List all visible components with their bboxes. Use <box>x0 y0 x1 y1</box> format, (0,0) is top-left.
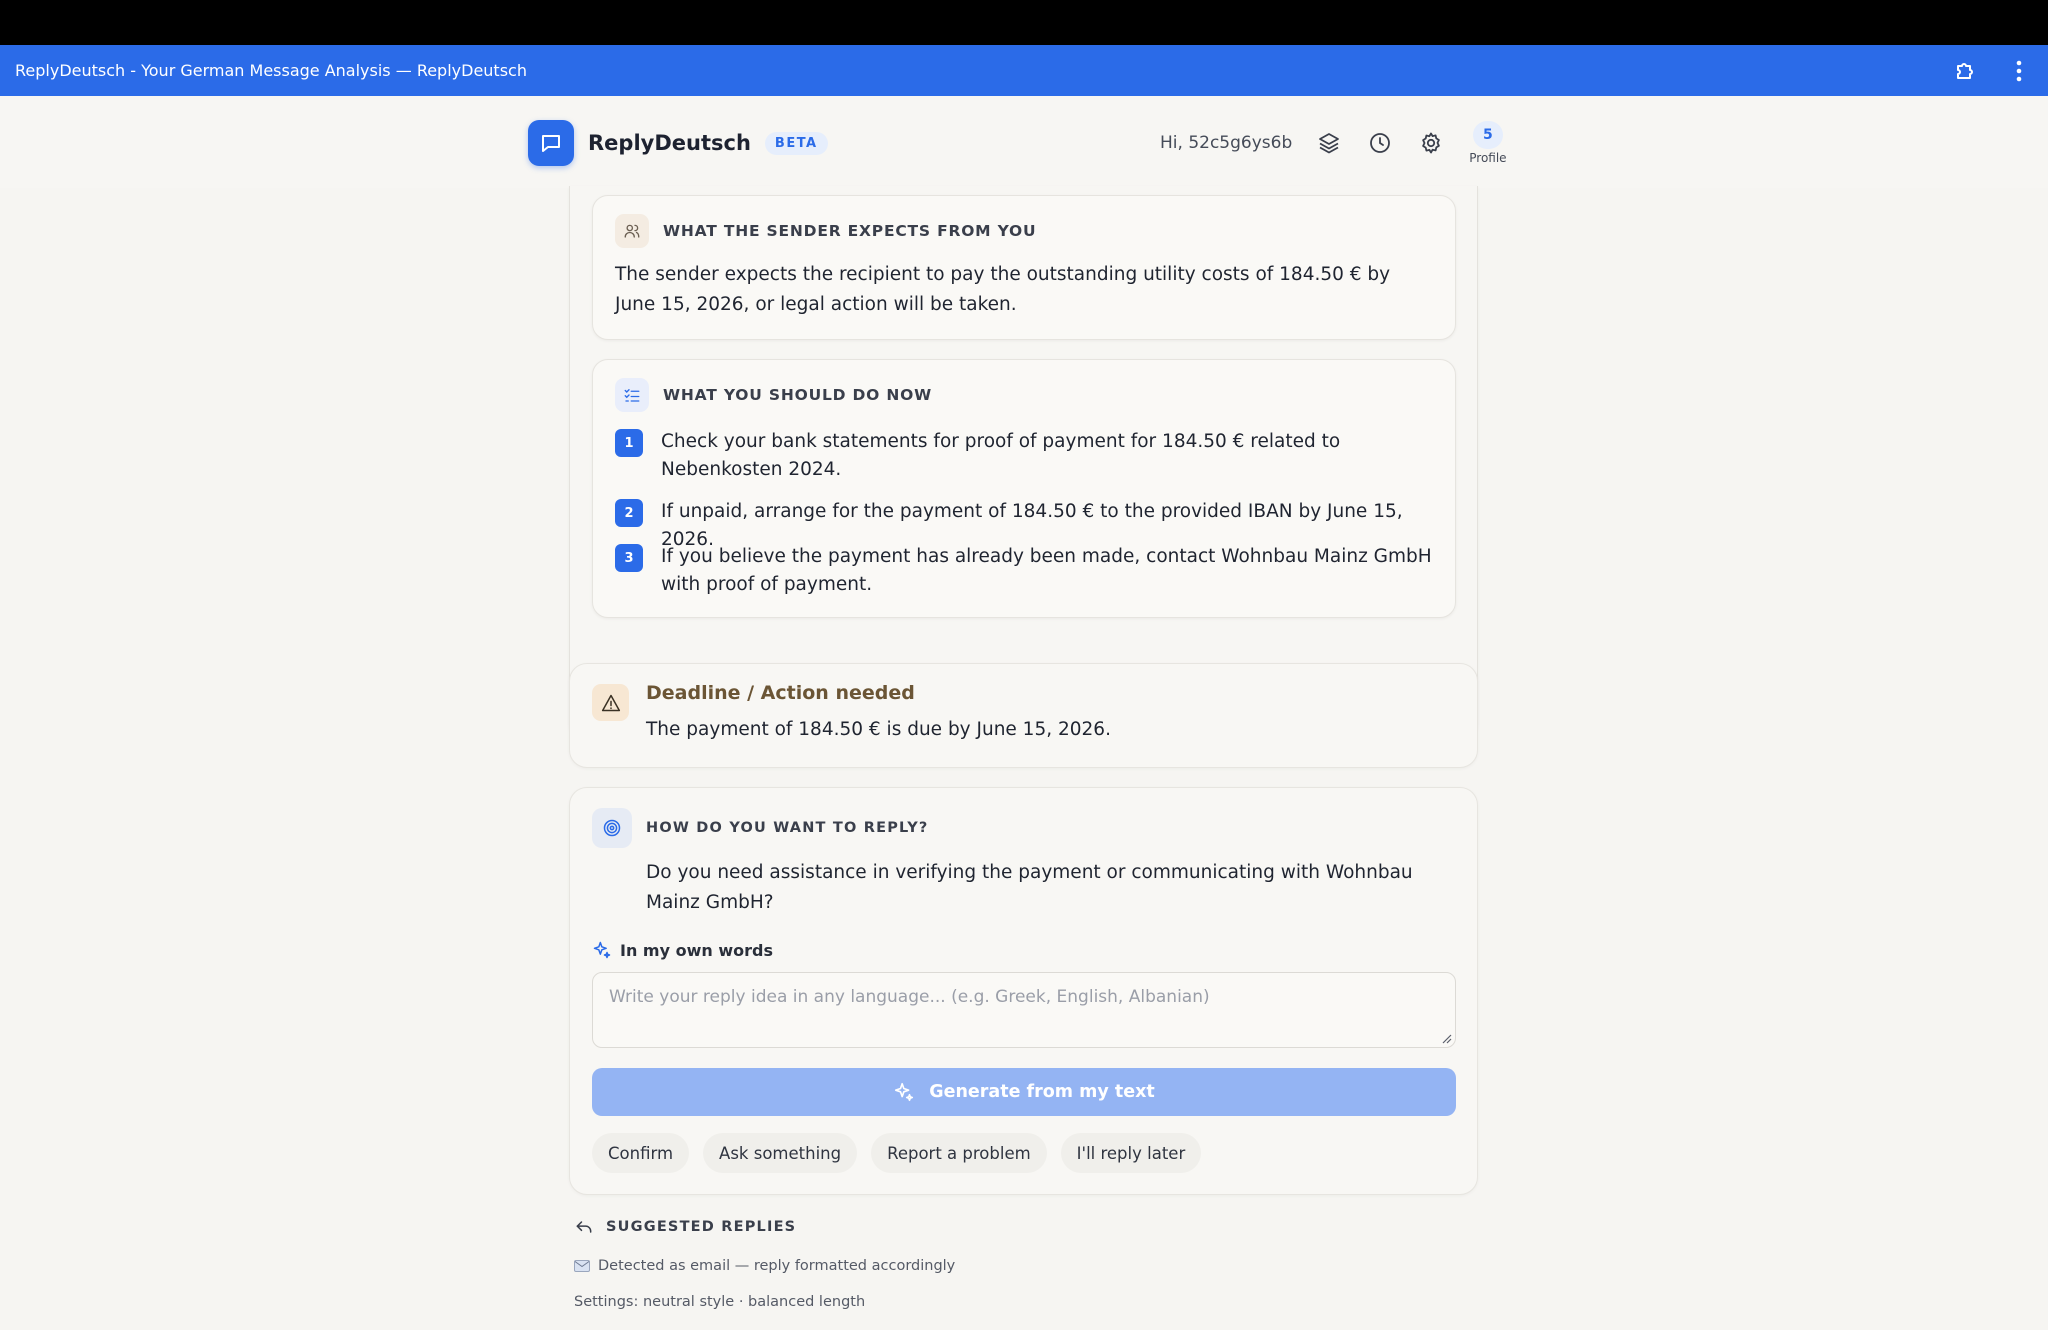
deadline-title: Deadline / Action needed <box>646 682 915 704</box>
section-title: WHAT THE SENDER EXPECTS FROM YOU <box>663 222 1037 240</box>
chat-bubble-icon <box>528 120 574 166</box>
step-item: 1 Check your bank statements for proof o… <box>615 428 1435 484</box>
app-header: ReplyDeutsch BETA Hi, 52c5g6ys6b 5 Profi… <box>0 96 2048 188</box>
profile-label: Profile <box>1469 151 1507 165</box>
reply-card: HOW DO YOU WANT TO REPLY? Do you need as… <box>569 787 1478 1195</box>
page-viewport: ReplyDeutsch BETA Hi, 52c5g6ys6b 5 Profi… <box>0 96 2048 1330</box>
beta-badge: BETA <box>764 131 828 155</box>
brand-name: ReplyDeutsch <box>588 131 751 155</box>
quick-reply-report[interactable]: Report a problem <box>871 1133 1047 1173</box>
step-number: 2 <box>615 499 643 527</box>
quick-reply-confirm[interactable]: Confirm <box>592 1133 690 1173</box>
quick-replies: Confirm Ask something Report a problem I… <box>592 1133 1215 1173</box>
section-title: HOW DO YOU WANT TO REPLY? <box>646 820 929 836</box>
puzzle-icon[interactable] <box>1950 56 1980 86</box>
reply-arrow-icon <box>576 1221 592 1233</box>
user-greeting: Hi, 52c5g6ys6b <box>1160 133 1293 153</box>
resize-handle-icon[interactable] <box>1442 1034 1452 1044</box>
sender-expectations-card: WHAT THE SENDER EXPECTS FROM YOU The sen… <box>592 195 1456 340</box>
generate-from-text-button[interactable]: Generate from my text <box>592 1068 1456 1116</box>
step-number: 1 <box>615 429 643 457</box>
step-item: 3 If you believe the payment has already… <box>615 543 1435 599</box>
generate-label: Generate from my text <box>929 1082 1155 1102</box>
system-top-bar <box>0 0 2048 45</box>
own-words-label: In my own words <box>592 940 773 960</box>
brand[interactable]: ReplyDeutsch BETA <box>528 120 828 166</box>
step-number: 3 <box>615 544 643 572</box>
sparkle-icon <box>895 1082 914 1102</box>
quick-reply-ask[interactable]: Ask something <box>703 1133 858 1173</box>
sparkle-icon <box>593 941 611 959</box>
expectations-text: The sender expects the recipient to pay … <box>615 264 1391 315</box>
layers-icon[interactable] <box>1314 128 1344 158</box>
window-title: ReplyDeutsch - Your German Message Analy… <box>15 61 527 80</box>
section-title: WHAT YOU SHOULD DO NOW <box>663 386 932 404</box>
own-words-text: In my own words <box>620 940 773 960</box>
envelope-icon <box>574 1260 590 1272</box>
suggested-replies-header: SUGGESTED REPLIES <box>574 1217 796 1237</box>
header-actions: Hi, 52c5g6ys6b 5 Profile <box>1160 120 1507 166</box>
reply-question: Do you need assistance in verifying the … <box>646 862 1413 913</box>
reply-idea-input[interactable] <box>592 972 1456 1048</box>
more-vertical-icon[interactable] <box>2004 56 2034 86</box>
detected-format-note: Detected as email — reply formatted acco… <box>574 1258 955 1274</box>
quick-reply-later[interactable]: I'll reply later <box>1060 1133 1202 1173</box>
step-text: Check your bank statements for proof of … <box>661 431 1341 480</box>
target-icon <box>592 808 632 848</box>
profile-count-badge: 5 <box>1472 121 1503 149</box>
browser-title-bar: ReplyDeutsch - Your German Message Analy… <box>0 45 2048 96</box>
warning-triangle-icon <box>592 684 629 721</box>
deadline-text: The payment of 184.50 € is due by June 1… <box>646 719 1111 740</box>
step-text: If you believe the payment has already b… <box>661 546 1432 595</box>
reply-settings-note: Settings: neutral style · balanced lengt… <box>574 1294 866 1310</box>
checklist-icon <box>615 378 649 412</box>
profile-button[interactable]: 5 Profile <box>1469 121 1507 165</box>
clock-icon[interactable] <box>1365 128 1395 158</box>
suggested-title: SUGGESTED REPLIES <box>606 1219 797 1235</box>
next-steps-card: WHAT YOU SHOULD DO NOW 1 Check your bank… <box>592 359 1456 618</box>
deadline-card: Deadline / Action needed The payment of … <box>569 663 1478 768</box>
gear-icon[interactable] <box>1416 128 1446 158</box>
detected-text: Detected as email — reply formatted acco… <box>598 1258 956 1274</box>
users-icon <box>615 214 649 248</box>
